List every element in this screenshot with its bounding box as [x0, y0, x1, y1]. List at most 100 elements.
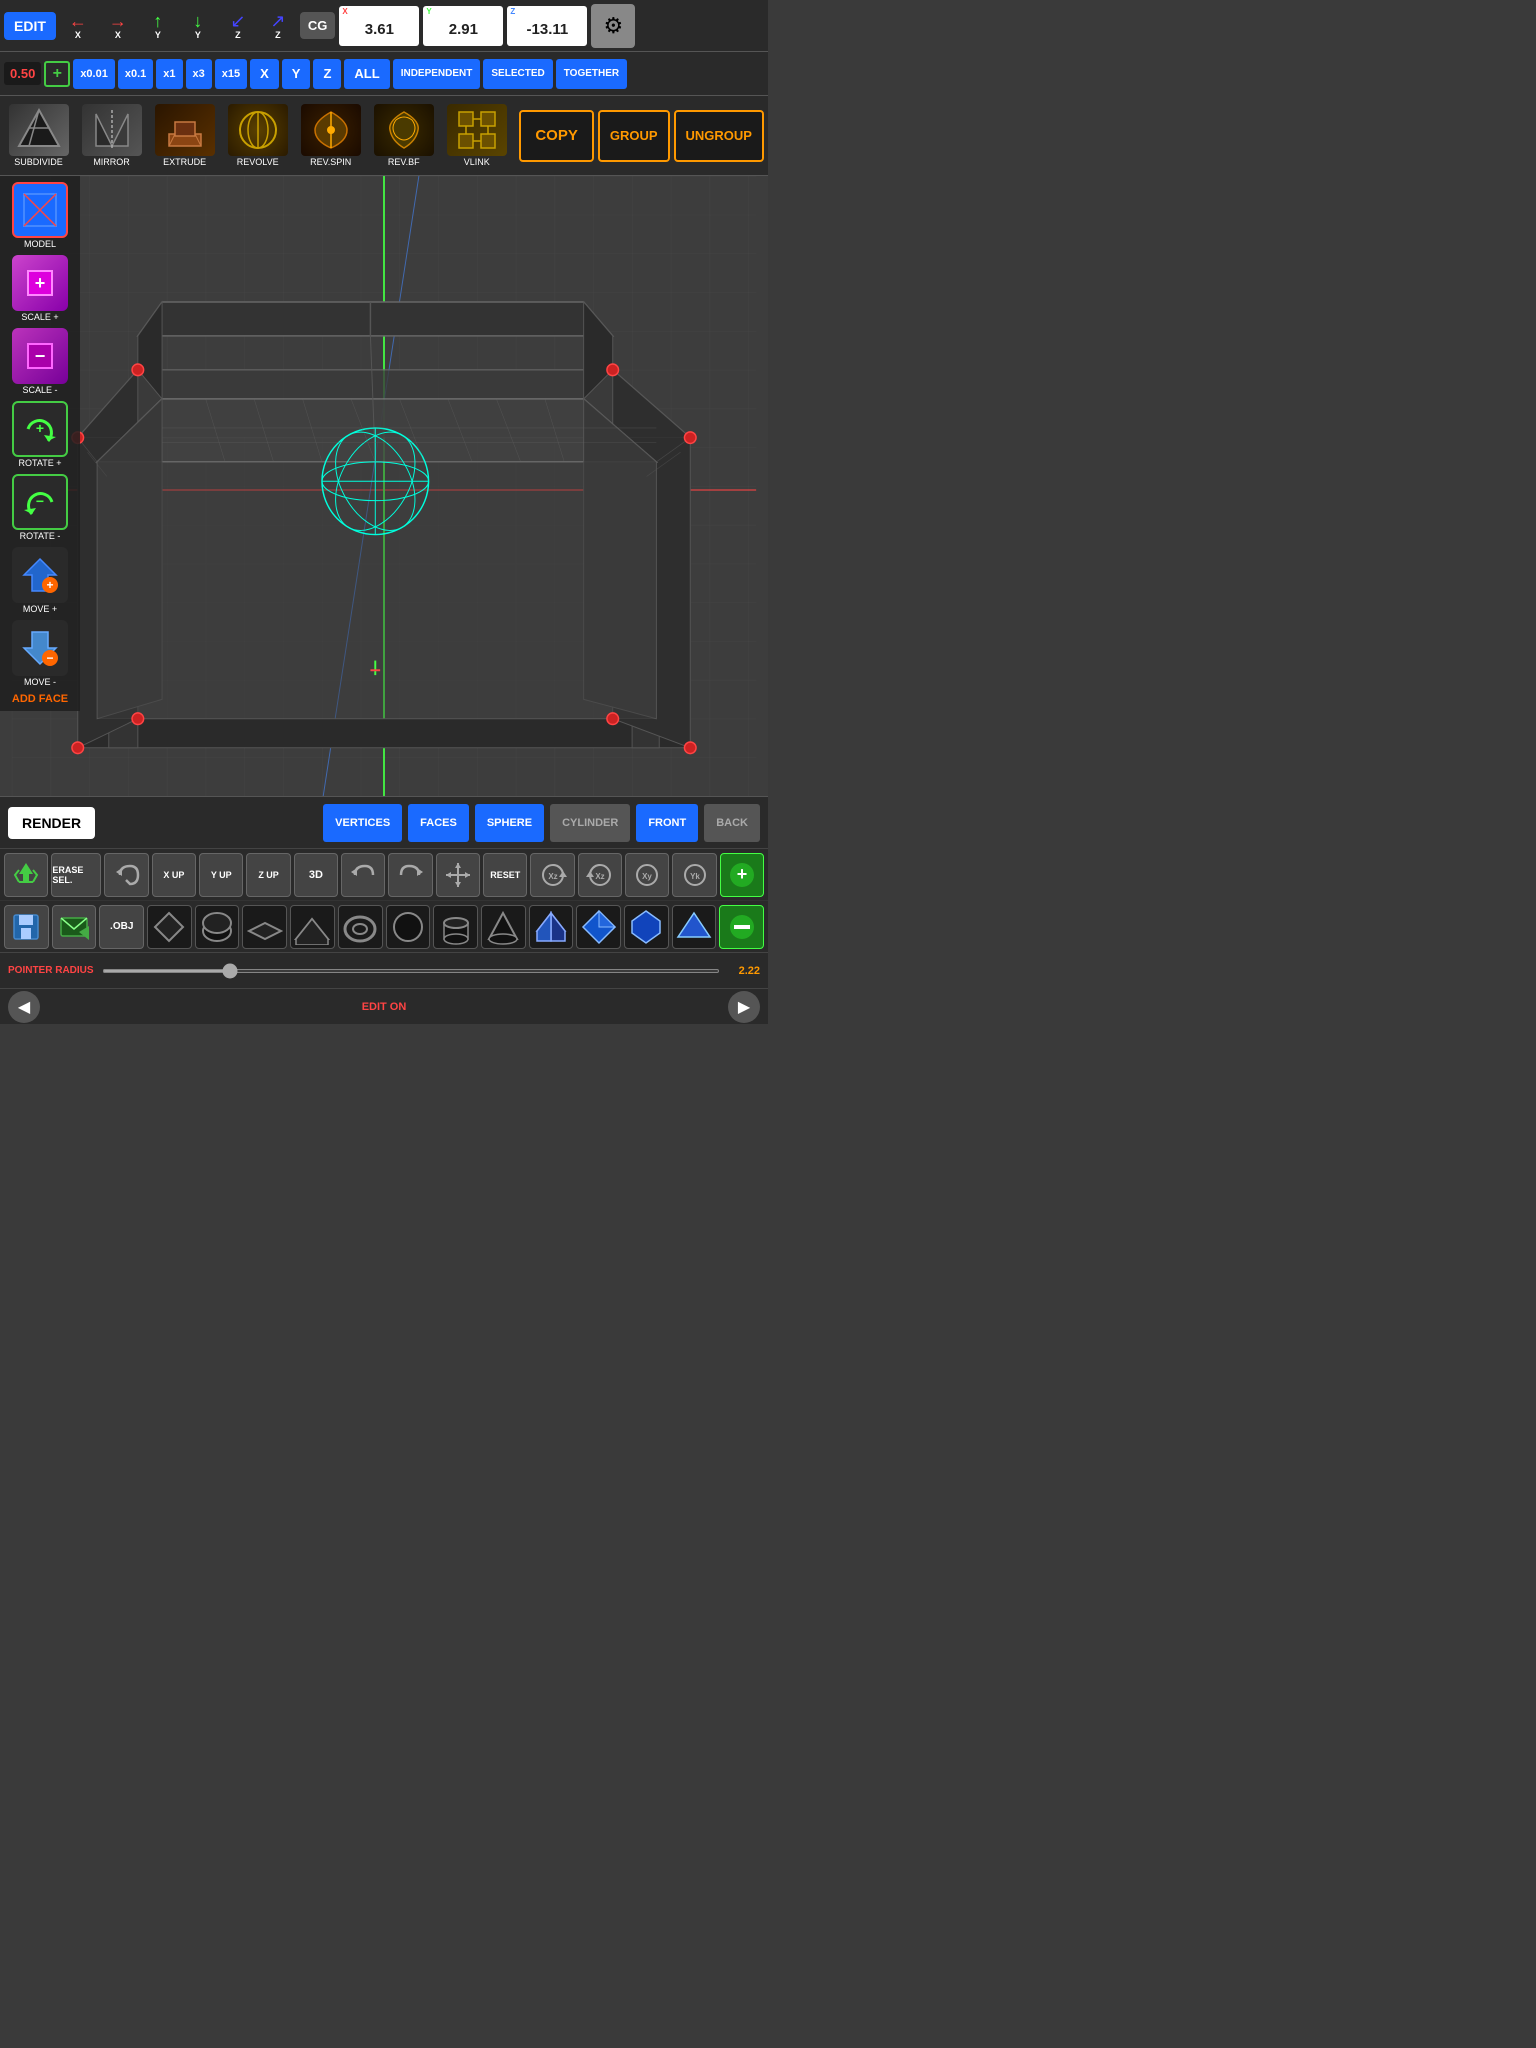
shape-gem-button[interactable]: [624, 905, 669, 949]
axis-x-filter-button[interactable]: X: [250, 59, 279, 89]
scale-minus-button[interactable]: − SCALE -: [4, 326, 76, 397]
cg-button[interactable]: CG: [300, 12, 336, 39]
scale-x1-button[interactable]: x1: [156, 59, 182, 89]
axis-y-filter-button[interactable]: Y: [282, 59, 311, 89]
subdivide-button[interactable]: SUBDIVIDE: [4, 104, 73, 167]
shape-torus-button[interactable]: [338, 905, 383, 949]
shape-cone-button[interactable]: [481, 905, 526, 949]
arrow-y-up-icon: ↑: [153, 12, 162, 30]
viewport-svg: [0, 176, 768, 804]
rotate-plus-button[interactable]: + ROTATE +: [4, 399, 76, 470]
together-button[interactable]: TOGETHER: [556, 59, 627, 89]
scale-plus-icon: +: [12, 255, 68, 311]
pointer-radius-value: 2.22: [728, 965, 760, 977]
shape-wedge-button[interactable]: [290, 905, 335, 949]
independent-button[interactable]: INDEPENDENT: [393, 59, 481, 89]
svg-text:−: −: [46, 651, 53, 665]
remove-object-button[interactable]: [719, 905, 764, 949]
shape-sphere-button[interactable]: [386, 905, 431, 949]
extrude-button[interactable]: EXTRUDE: [150, 104, 219, 167]
axis-y-pos-button[interactable]: ↓ Y: [180, 6, 216, 46]
left-sidebar: MODEL + SCALE + − SCALE - + ROTATE + − R…: [0, 176, 80, 711]
shape-pyramid-button[interactable]: [672, 905, 717, 949]
prev-button[interactable]: ◀: [8, 991, 40, 1023]
shape-prism-button[interactable]: [529, 905, 574, 949]
svg-text:+: +: [46, 578, 53, 592]
rev-spin-button[interactable]: REV.SPIN: [296, 104, 365, 167]
obj-button[interactable]: .OBJ: [99, 905, 144, 949]
copy-button[interactable]: COPY: [519, 110, 594, 162]
axis-x-neg-button[interactable]: ← X: [60, 6, 96, 46]
vertices-button[interactable]: VERTICES: [323, 804, 402, 842]
rotate-y-ccw-button[interactable]: Yk: [672, 853, 716, 897]
recycle-button[interactable]: [4, 853, 48, 897]
coord-x-wrapper: X: [339, 6, 419, 46]
save-button[interactable]: [4, 905, 49, 949]
add-object-button[interactable]: +: [720, 853, 764, 897]
scale-x15-button[interactable]: x15: [215, 59, 247, 89]
selected-button[interactable]: SELECTED: [483, 59, 552, 89]
scale-x001-button[interactable]: x0.01: [73, 59, 115, 89]
z-up-button[interactable]: Z UP: [246, 853, 290, 897]
move-plus-button[interactable]: + MOVE +: [4, 545, 76, 616]
gear-icon: ⚙: [604, 13, 624, 39]
undo-button[interactable]: [104, 853, 148, 897]
add-face-button[interactable]: ADD FACE: [4, 691, 76, 707]
shape-diamond-button[interactable]: [576, 905, 621, 949]
shape-cylinder-button[interactable]: [433, 905, 478, 949]
settings-button[interactable]: ⚙: [591, 4, 635, 48]
scale-x01-button[interactable]: x0.1: [118, 59, 153, 89]
undo2-button[interactable]: [341, 853, 385, 897]
bottom-tools-row2: .OBJ: [0, 900, 768, 952]
axis-z-pos-button[interactable]: ↗ Z: [260, 6, 296, 46]
back-button[interactable]: BACK: [704, 804, 760, 842]
axis-z-filter-button[interactable]: Z: [313, 59, 341, 89]
revolve-button[interactable]: REVOLVE: [223, 104, 292, 167]
coord-z-input[interactable]: [507, 6, 587, 46]
axis-all-filter-button[interactable]: ALL: [344, 59, 389, 89]
move-minus-icon: −: [12, 620, 68, 676]
axis-y-neg-button[interactable]: ↑ Y: [140, 6, 176, 46]
reset-button[interactable]: RESET: [483, 853, 527, 897]
faces-button[interactable]: FACES: [408, 804, 469, 842]
group-button[interactable]: GROUP: [598, 110, 670, 162]
x-up-button[interactable]: X UP: [152, 853, 196, 897]
vlink-button[interactable]: VLINK: [442, 104, 511, 167]
shape-flat-button[interactable]: [242, 905, 287, 949]
axis-x-pos-button[interactable]: → X: [100, 6, 136, 46]
counter-plus-button[interactable]: +: [44, 61, 70, 87]
rotate-minus-button[interactable]: − ROTATE -: [4, 472, 76, 543]
3d-button[interactable]: 3D: [294, 853, 338, 897]
shape-quad-button[interactable]: [147, 905, 192, 949]
rotate-y-cw-button[interactable]: Xy: [625, 853, 669, 897]
scale-plus-button[interactable]: + SCALE +: [4, 253, 76, 324]
redo-button[interactable]: [388, 853, 432, 897]
scale-x3-button[interactable]: x3: [186, 59, 212, 89]
next-button[interactable]: ▶: [728, 991, 760, 1023]
rotate-z-cw-button[interactable]: Xz: [530, 853, 574, 897]
shape-circle-button[interactable]: [195, 905, 240, 949]
rotate-z-ccw-button[interactable]: Xz: [578, 853, 622, 897]
mirror-button[interactable]: MIRROR: [77, 104, 146, 167]
render-button[interactable]: RENDER: [8, 807, 95, 839]
coord-y-input[interactable]: [423, 6, 503, 46]
arrow-z-left-icon: ↙: [230, 12, 245, 30]
ungroup-button[interactable]: UNGROUP: [674, 110, 764, 162]
pointer-radius-slider[interactable]: [102, 969, 720, 973]
move-button[interactable]: [436, 853, 480, 897]
move-minus-label: MOVE -: [24, 677, 56, 687]
cylinder-button[interactable]: CYLINDER: [550, 804, 630, 842]
front-button[interactable]: FRONT: [636, 804, 698, 842]
coord-x-input[interactable]: [339, 6, 419, 46]
export-button[interactable]: [52, 905, 97, 949]
3d-viewport[interactable]: [0, 176, 768, 804]
rev-bf-button[interactable]: REV.BF: [369, 104, 438, 167]
model-button[interactable]: MODEL: [4, 180, 76, 251]
axis-z-neg-button[interactable]: ↙ Z: [220, 6, 256, 46]
move-minus-button[interactable]: − MOVE -: [4, 618, 76, 689]
sphere-button[interactable]: SPHERE: [475, 804, 544, 842]
edit-button[interactable]: EDIT: [4, 12, 56, 40]
arrow-z-right-icon: ↗: [270, 12, 285, 30]
y-up-button[interactable]: Y UP: [199, 853, 243, 897]
erase-sel-button[interactable]: ERASE SEL.: [51, 853, 101, 897]
